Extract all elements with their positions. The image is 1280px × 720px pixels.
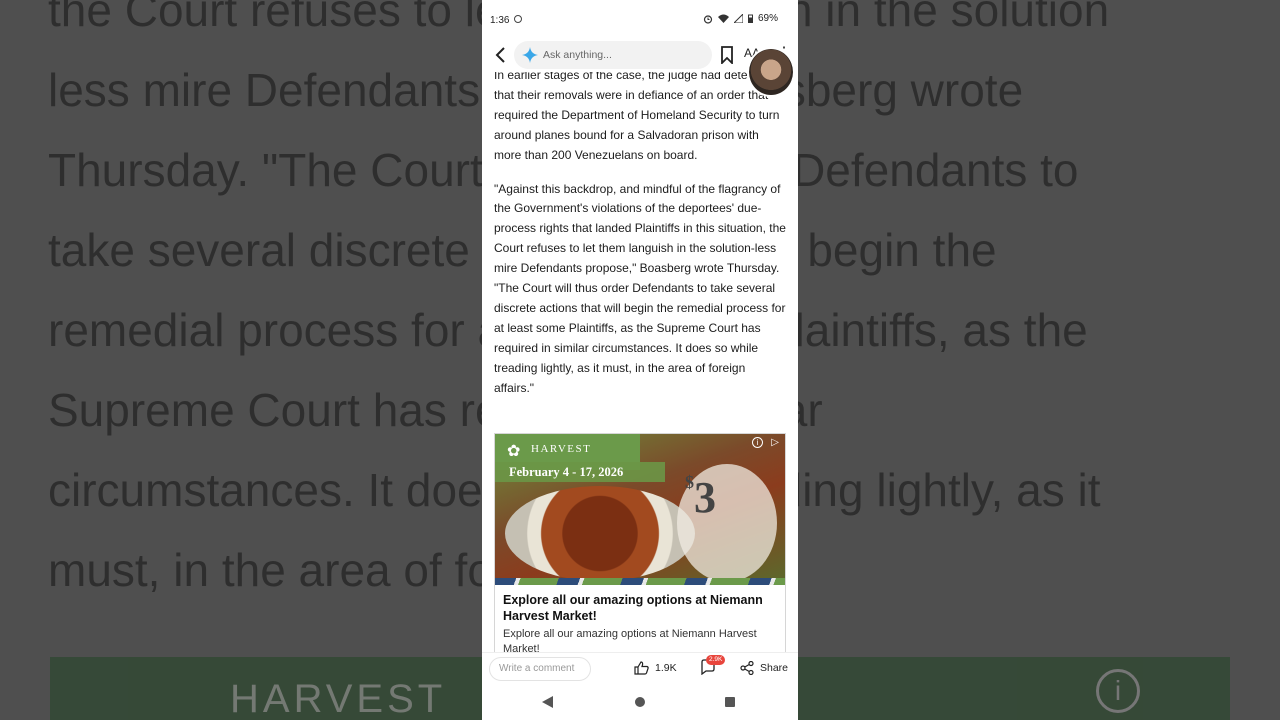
ad-dates: February 4 - 17, 2026 [495, 462, 665, 482]
article-paragraph: In earlier stages of the case, the judge… [494, 68, 785, 162]
share-label: Share [760, 662, 789, 674]
status-icons: 69% [703, 13, 778, 24]
comment-count-badge: 2.9K [706, 655, 726, 665]
harvest-logo-icon: ✿ [507, 443, 521, 460]
ad-description: Explore all our amazing options at Niema… [503, 628, 757, 653]
share-button[interactable]: Share [740, 661, 788, 675]
ad-card[interactable]: ✿ HARVEST February 4 - 17, 2026 $3 i ▷ E… [494, 433, 786, 653]
search-placeholder: Ask anything... [543, 49, 612, 61]
battery-percent: 69% [757, 13, 778, 24]
bottom-action-bar: Write a comment 1.9K 2.9K Share [482, 652, 798, 684]
article-body: In earlier stages of the case, the judge… [494, 66, 788, 413]
bookmark-icon[interactable] [720, 46, 734, 64]
system-nav-bar [482, 684, 798, 720]
nav-home-icon[interactable] [635, 697, 645, 707]
back-arrow-icon[interactable] [494, 46, 508, 64]
price-symbol: $ [685, 472, 694, 492]
ad-title[interactable]: Explore all our amazing options at Niema… [503, 593, 779, 624]
sparkle-icon [522, 47, 538, 63]
thumbs-up-icon [634, 661, 649, 675]
ad-info-icon[interactable]: i [752, 437, 763, 448]
ad-price: $3 [685, 472, 716, 523]
ad-stripe [495, 578, 785, 585]
status-time: 1:36 [490, 15, 510, 26]
nav-recents-icon[interactable] [725, 697, 735, 707]
notification-icon [514, 15, 522, 23]
signal-icon [733, 14, 743, 23]
avatar [747, 47, 795, 97]
like-button[interactable]: 1.9K [634, 661, 677, 675]
wifi-icon [717, 14, 729, 23]
article-paragraph: "Against this backdrop, and mindful of t… [494, 181, 786, 395]
ad-image[interactable]: ✿ HARVEST February 4 - 17, 2026 $3 i ▷ [495, 434, 785, 585]
food-image [505, 486, 695, 581]
phone-screen: 1:36 69% Ask anything... AA ⋮ In earlier… [482, 0, 798, 720]
ad-brand: HARVEST [531, 443, 592, 455]
share-icon [740, 661, 754, 675]
comment-input[interactable]: Write a comment [489, 657, 591, 681]
nav-back-icon[interactable] [542, 696, 553, 708]
price-value: 3 [694, 473, 716, 522]
alarm-icon [703, 14, 713, 24]
battery-icon [747, 14, 753, 23]
like-count: 1.9K [655, 662, 677, 674]
ad-choices-icon[interactable]: ▷ [771, 437, 779, 448]
status-bar: 1:36 69% [482, 0, 798, 38]
search-input[interactable]: Ask anything... [514, 41, 712, 69]
